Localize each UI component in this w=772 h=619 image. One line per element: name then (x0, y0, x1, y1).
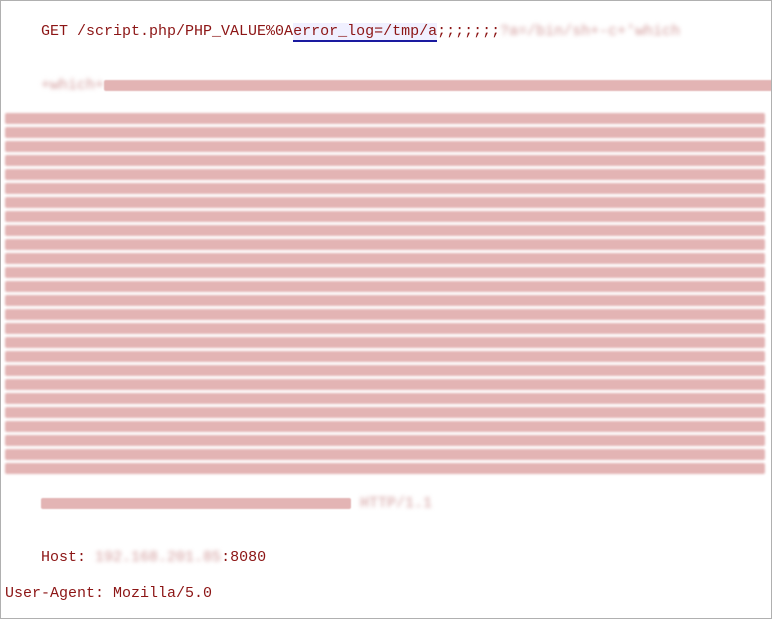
redacted-bar-row (5, 463, 767, 476)
host-label: Host: (41, 549, 95, 566)
redacted-bar (5, 295, 765, 306)
redacted-bar (5, 323, 765, 334)
redacted-bar-row (5, 435, 767, 448)
redacted-bar (5, 197, 765, 208)
host-port: :8080 (221, 549, 266, 566)
redacted-bar (5, 393, 765, 404)
request-line-1: GET /script.php/PHP_VALUE%0Aerror_log=/t… (5, 5, 767, 59)
redacted-bar-row (5, 393, 767, 406)
redacted-bar (5, 463, 765, 474)
redacted-bar-row (5, 337, 767, 350)
redacted-bar (5, 239, 765, 250)
redacted-bar (5, 155, 765, 166)
redacted-bar-row (5, 379, 767, 392)
redacted-bar (5, 365, 765, 376)
redacted-bar (5, 253, 765, 264)
redacted-bar-row (5, 253, 767, 266)
request-tail-blurred: ?a=/bin/sh+-c+'which (500, 23, 680, 40)
redacted-bar-row (5, 407, 767, 420)
redacted-bar-row (5, 113, 767, 126)
redacted-bar-row (5, 323, 767, 336)
redacted-bar (5, 267, 765, 278)
redacted-bar (5, 169, 765, 180)
request-header-host: Host: 192.168.201.85:8080 (5, 531, 767, 585)
redacted-bar (5, 127, 765, 138)
redacted-bar (5, 351, 765, 362)
redacted-bar-row (5, 351, 767, 364)
redacted-bar (5, 183, 765, 194)
redacted-bar-row (5, 141, 767, 154)
redacted-bar-row (5, 155, 767, 168)
redacted-bar-row (5, 421, 767, 434)
request-header-user-agent: User-Agent: Mozilla/5.0 (5, 585, 767, 603)
redacted-bar (5, 281, 765, 292)
redacted-bar (5, 407, 765, 418)
redacted-bar-row (5, 295, 767, 308)
request-http-version-blurred: HTTP/1.1 (351, 495, 432, 512)
redacted-bar-last (41, 498, 351, 509)
redacted-bar-row (5, 211, 767, 224)
redacted-bar-row (5, 281, 767, 294)
redacted-bar-row (5, 127, 767, 140)
redacted-bar-row (5, 183, 767, 196)
redacted-bar-row (5, 197, 767, 210)
host-ip-blurred: 192.168.201.85 (95, 549, 221, 566)
redacted-bar-row (5, 309, 767, 322)
redacted-bar-row (5, 239, 767, 252)
request-prefix: GET /script.php/PHP_VALUE%0A (41, 23, 293, 40)
redacted-bar (5, 449, 765, 460)
redacted-bar (5, 225, 765, 236)
redacted-bar (5, 141, 765, 152)
request-blurred-last-line: HTTP/1.1 (5, 477, 767, 531)
redacted-bar (5, 379, 765, 390)
request-redacted-block (5, 113, 767, 476)
redacted-bar (5, 421, 765, 432)
request-suffix-semicolons: ;;;;;;; (437, 23, 500, 40)
request-line2-prefix-blurred: +which+ (41, 77, 104, 94)
http-traffic-capture: GET /script.php/PHP_VALUE%0Aerror_log=/t… (0, 0, 772, 619)
redacted-bar-row (5, 449, 767, 462)
redacted-bar (5, 435, 765, 446)
redacted-bar (5, 113, 765, 124)
redacted-bar (5, 211, 765, 222)
request-highlight-errorlog: error_log=/tmp/a (293, 23, 437, 42)
request-blurred-line-2: +which+ (5, 59, 767, 113)
redacted-bar (5, 309, 765, 320)
redacted-bar-row (5, 365, 767, 378)
redacted-bar (104, 80, 772, 91)
redacted-bar-row (5, 169, 767, 182)
redacted-bar-row (5, 225, 767, 238)
request-header-blurred-1: X-Pownd: {xxxxxxxxxxxxxxx} (5, 603, 767, 619)
redacted-bar (5, 337, 765, 348)
redacted-bar-row (5, 267, 767, 280)
